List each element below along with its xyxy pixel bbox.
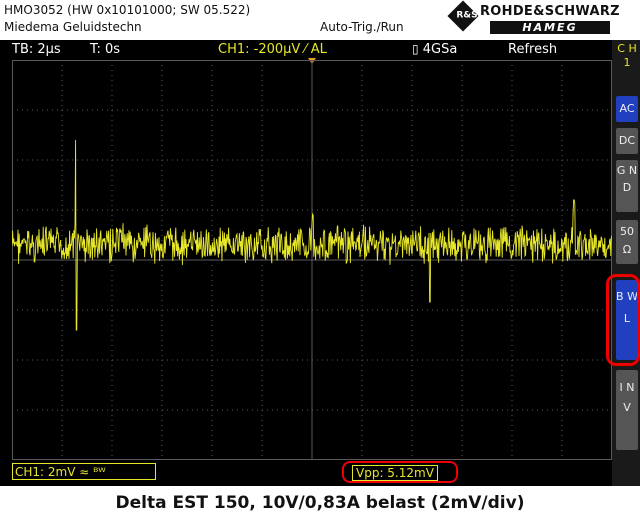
channel-trigger-readout: CH1: -200µV ⁄ AL xyxy=(218,42,327,57)
brand-logo: R&S ROHDE&SCHWARZ HAMEG xyxy=(447,0,636,37)
instrument-info: HMO3052 (HW 0x10101000; SW 05.522) xyxy=(4,3,251,17)
ac-button[interactable]: AC xyxy=(616,96,638,122)
brand-name: ROHDE&SCHWARZ xyxy=(480,4,620,19)
channel-label: C H 1 xyxy=(617,42,637,69)
rs-logo-icon: R&S xyxy=(447,0,479,32)
impedance-50-ohm-button[interactable]: 50 Ω xyxy=(616,220,638,264)
brand-sub: HAMEG xyxy=(490,21,610,34)
vpp-highlight: Vpp: 5.12mV xyxy=(342,461,458,483)
measurement-row: CH1: 2mV ≈ ᴮᵂ Vpp: 5.12mV xyxy=(0,461,612,485)
acquisition-mode: Refresh xyxy=(508,42,558,57)
bwl-highlight-ring xyxy=(606,274,640,366)
memory-icon: ▯ xyxy=(412,42,419,56)
header-bar: HMO3052 (HW 0x10101000; SW 05.522) Miede… xyxy=(0,0,640,40)
dc-button[interactable]: DC xyxy=(616,128,638,154)
waveform-display: 1 xyxy=(12,60,612,460)
side-menu: C H 1 AC DC G N D 50 Ω B W L I N V xyxy=(612,40,640,486)
caption: Delta EST 150, 10V/0,83A belast (2mV/div… xyxy=(0,486,640,520)
sample-rate-readout: ▯ 4GSa xyxy=(412,42,458,57)
gnd-button[interactable]: G N D xyxy=(616,160,638,212)
trigger-time-readout: T: 0s xyxy=(90,42,121,57)
channel-setting-box[interactable]: CH1: 2mV ≈ ᴮᵂ xyxy=(12,463,156,480)
status-bar: TB: 2µs T: 0s CH1: -200µV ⁄ AL ▯ 4GSa Re… xyxy=(0,40,612,60)
inv-button[interactable]: I N V xyxy=(616,370,638,450)
owner-label: Miedema Geluidstechn xyxy=(4,20,142,34)
trigger-mode: Auto-Trig./Run xyxy=(320,20,404,34)
timebase-readout: TB: 2µs xyxy=(12,42,61,57)
vpp-measurement: Vpp: 5.12mV xyxy=(352,465,438,481)
